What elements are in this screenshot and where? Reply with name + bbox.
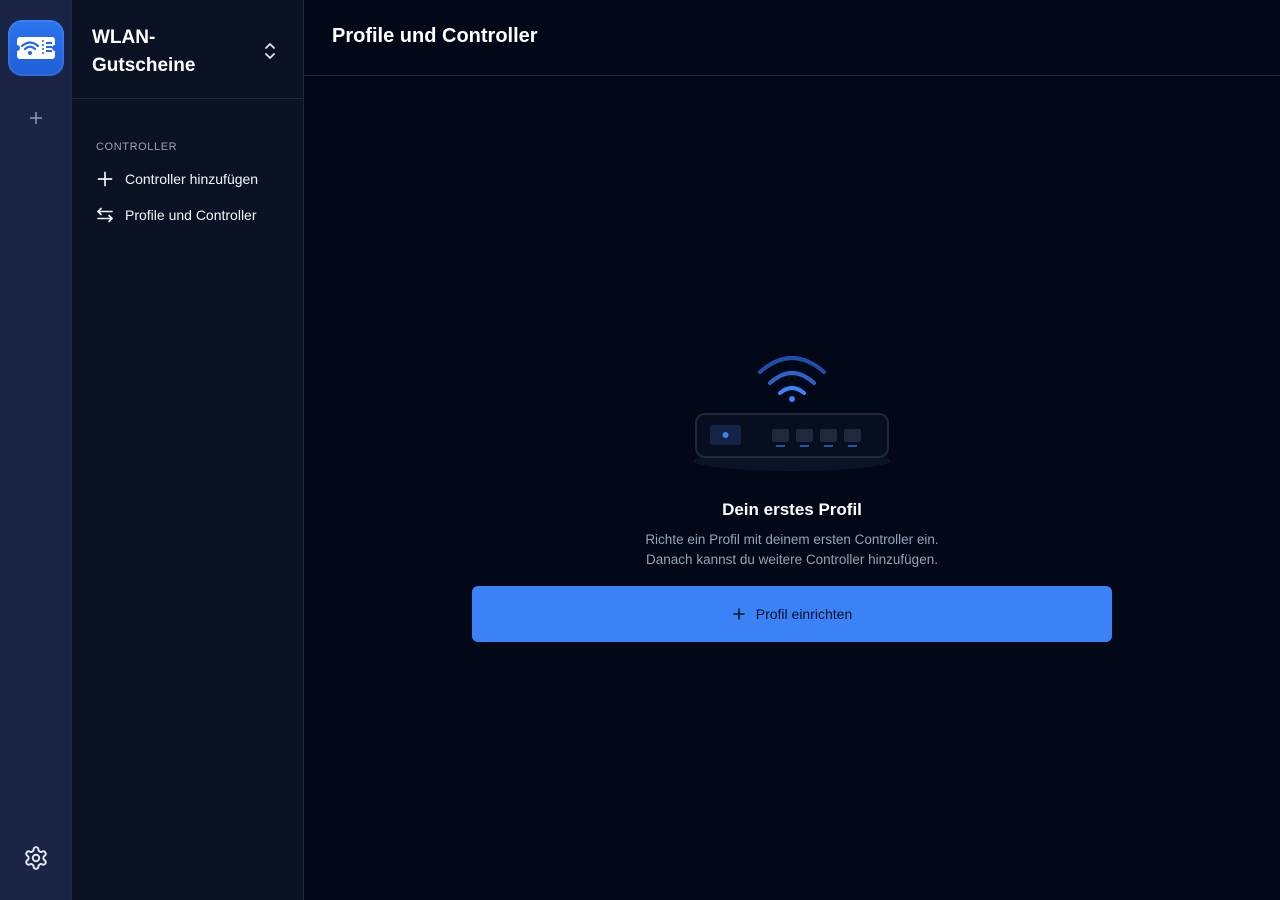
empty-state-description-line1: Richte ein Profil mit deinem ersten Cont… [645, 532, 939, 547]
workspace-title: WLAN- Gutscheine [92, 24, 242, 80]
setup-profile-button[interactable]: Profil einrichten [472, 586, 1112, 642]
sidebar-item-profiles-controllers[interactable]: Profile und Controller [88, 200, 288, 230]
settings-button[interactable] [20, 844, 52, 876]
sidebar-item-label: Controller hinzufügen [125, 171, 259, 187]
wifi-ticket-icon[interactable] [8, 20, 64, 76]
plus-icon [29, 111, 43, 130]
main-header: Profile und Controller [304, 0, 1280, 76]
page-title: Profile und Controller [332, 25, 538, 47]
router-wifi-icon [688, 350, 896, 478]
setup-profile-button-label: Profil einrichten [755, 606, 853, 622]
gear-icon [23, 845, 49, 876]
workspace-title-line1: WLAN- [92, 27, 156, 48]
plus-icon [732, 607, 746, 621]
empty-state-description-line2: Danach kannst du weitere Controller hinz… [646, 552, 938, 567]
empty-state-title: Dein erstes Profil [722, 500, 862, 519]
sidebar-item-label: Profile und Controller [125, 207, 257, 223]
section-label-controller: CONTROLLER [96, 141, 178, 153]
arrows-left-right-icon [96, 206, 114, 224]
sidebar-item-add-controller[interactable]: Controller hinzufügen [88, 164, 288, 194]
chevron-up-down-icon [260, 40, 280, 62]
workspace-switcher[interactable]: WLAN- Gutscheine [72, 0, 303, 99]
workspace-title-line2: Gutscheine [92, 55, 196, 76]
plus-icon [96, 170, 114, 188]
sidebar: WLAN- Gutscheine CONTROLLER Controller h… [72, 0, 304, 900]
add-workspace-button[interactable] [22, 106, 50, 134]
app-rail [0, 0, 72, 900]
empty-state-description: Richte ein Profil mit deinem ersten Cont… [472, 530, 1112, 570]
